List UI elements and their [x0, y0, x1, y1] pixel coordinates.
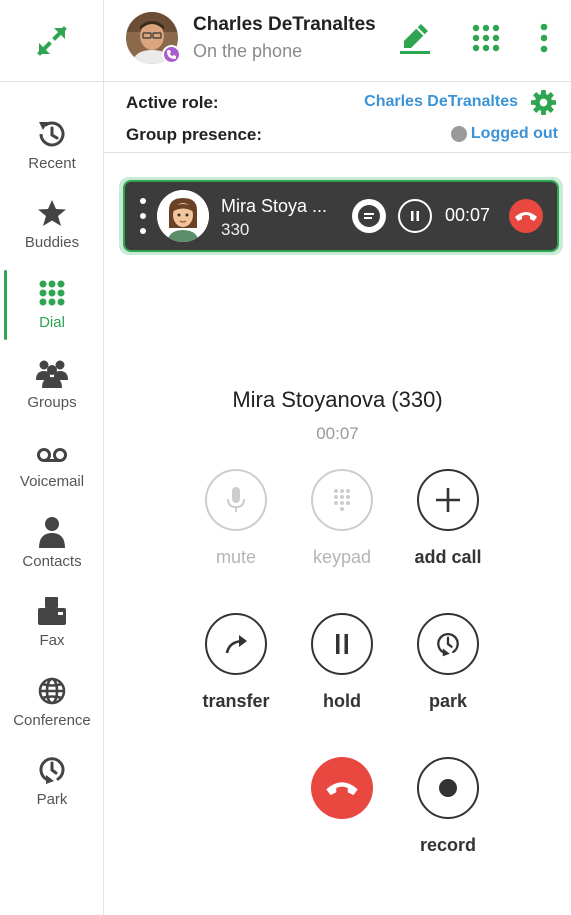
star-icon — [38, 200, 66, 226]
expand-icon — [37, 25, 67, 56]
sidebar-item-label: Groups — [27, 394, 77, 411]
hangup-icon — [515, 212, 537, 221]
history-icon — [39, 121, 65, 147]
park-icon — [437, 632, 459, 657]
hangup-button[interactable] — [509, 199, 543, 233]
park-icon — [39, 757, 65, 784]
call-timer: 00:07 — [445, 205, 491, 225]
user-name: Charles DeTranaltes — [193, 14, 376, 35]
edit-button[interactable] — [395, 18, 435, 58]
microphone-icon — [227, 487, 245, 512]
hold-button[interactable] — [311, 613, 373, 675]
sidebar-item-fax[interactable]: Fax — [0, 592, 104, 664]
add-call-button[interactable] — [417, 469, 479, 531]
park-label: park — [428, 691, 468, 711]
user-status: On the phone — [193, 41, 303, 61]
groups-icon — [36, 360, 68, 388]
sidebar-item-label: Contacts — [22, 553, 82, 570]
caller-extension: 330 — [221, 220, 250, 239]
keypad-icon — [334, 489, 350, 511]
call-duration: 00:07 — [316, 424, 359, 443]
park-control[interactable]: park — [408, 613, 488, 723]
keypad-button — [311, 469, 373, 531]
sidebar-item-conference[interactable]: Conference — [0, 672, 104, 744]
active-call-card[interactable]: Mira Stoya ... 330 00:07 — [119, 177, 563, 255]
call-menu-button[interactable] — [137, 198, 149, 234]
mute-label: mute — [215, 547, 257, 567]
role-section: Active role: Charles DeTranaltes Group p… — [104, 82, 571, 153]
add-call-label: add call — [414, 547, 482, 567]
sidebar-item-label: Dial — [39, 314, 65, 331]
transfer-arrow-icon — [225, 635, 247, 654]
chat-button[interactable] — [352, 199, 386, 233]
sidebar-item-groups[interactable]: Groups — [0, 354, 104, 426]
transfer-control[interactable]: transfer — [196, 613, 276, 723]
hold-label: hold — [323, 691, 361, 711]
active-role-value[interactable]: Charles DeTranaltes — [364, 93, 518, 111]
voicemail-icon — [37, 448, 67, 462]
record-icon — [439, 779, 457, 797]
group-presence-value[interactable]: Logged out — [450, 125, 558, 143]
role-settings-button[interactable] — [529, 88, 557, 116]
add-call-control[interactable]: add call — [408, 469, 488, 579]
sidebar-item-label: Fax — [39, 632, 65, 649]
sidebar-item-dial[interactable]: Dial — [0, 274, 104, 346]
sidebar-item-voicemail[interactable]: Voicemail — [0, 433, 104, 505]
sidebar-item-park[interactable]: Park — [0, 751, 104, 823]
sidebar: Recent Buddies Dial Groups Voicemail Con… — [0, 0, 104, 915]
sidebar-item-recent[interactable]: Recent — [0, 115, 104, 187]
caller-avatar-image — [157, 190, 209, 242]
pause-icon — [411, 211, 419, 221]
keypad-label: keypad — [312, 547, 372, 567]
sidebar-item-label: Recent — [28, 155, 76, 172]
record-label: record — [419, 835, 477, 855]
expand-button[interactable] — [0, 0, 104, 82]
caller-avatar — [157, 190, 209, 242]
header: Charles DeTranaltes On the phone — [104, 0, 571, 82]
dialpad-icon — [39, 280, 65, 306]
group-presence-label: Group presence: — [126, 125, 263, 144]
plus-icon — [436, 488, 460, 512]
record-button[interactable] — [417, 757, 479, 819]
fax-icon — [38, 597, 66, 625]
gear-icon — [530, 89, 556, 115]
phone-icon — [167, 50, 176, 59]
pause-icon — [336, 634, 348, 654]
mute-control: mute — [196, 469, 276, 579]
chat-icon — [358, 205, 380, 227]
remote-party-name: Mira Stoyanova (330) — [232, 387, 443, 412]
presence-status-dot — [450, 126, 467, 142]
active-call-card-body: Mira Stoya ... 330 00:07 — [123, 180, 559, 252]
transfer-label: transfer — [202, 691, 270, 711]
active-role-label: Active role: — [126, 93, 219, 112]
keypad-control: keypad — [302, 469, 382, 579]
transfer-button[interactable] — [205, 613, 267, 675]
sidebar-item-label: Voicemail — [19, 473, 85, 490]
group-presence-text: Logged out — [470, 125, 558, 142]
more-options-button[interactable] — [524, 18, 564, 58]
sidebar-item-buddies[interactable]: Buddies — [0, 194, 104, 266]
park-button[interactable] — [417, 613, 479, 675]
kebab-menu-icon — [540, 23, 548, 53]
caller-name: Mira Stoya ... — [221, 196, 328, 216]
sidebar-item-label: Conference — [13, 712, 91, 729]
record-control[interactable]: record — [408, 757, 488, 867]
sidebar-item-label: Buddies — [24, 234, 80, 251]
hangup-icon — [326, 782, 358, 796]
mute-button — [205, 469, 267, 531]
hold-control[interactable]: hold — [302, 613, 382, 723]
dialpad-button[interactable] — [466, 18, 506, 58]
globe-icon — [38, 677, 66, 705]
hold-call-button[interactable] — [398, 199, 432, 233]
dialpad-icon — [472, 24, 500, 52]
pencil-icon — [400, 24, 430, 54]
contact-icon — [39, 517, 65, 548]
end-call-button[interactable] — [311, 757, 373, 819]
on-phone-status-badge — [162, 45, 181, 64]
sidebar-item-contacts[interactable]: Contacts — [0, 513, 104, 585]
sidebar-item-label: Park — [36, 791, 68, 808]
